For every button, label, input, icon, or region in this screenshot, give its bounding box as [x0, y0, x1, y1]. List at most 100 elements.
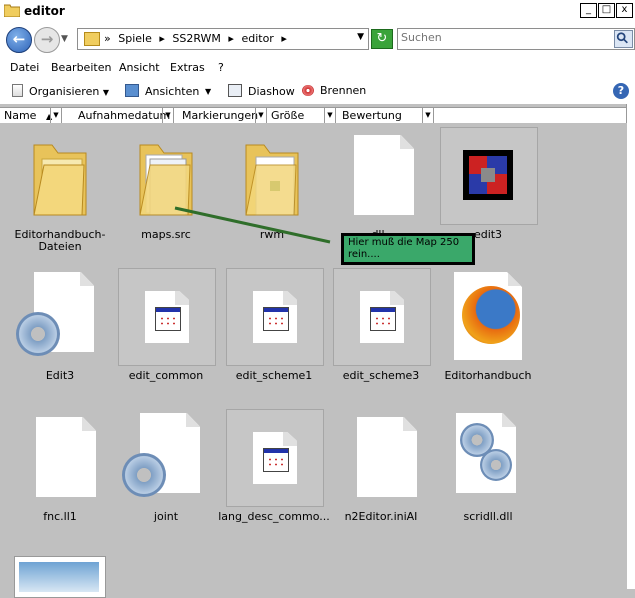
- vertical-scrollbar[interactable]: [626, 104, 635, 589]
- breadcrumb-item[interactable]: Spiele: [118, 32, 152, 45]
- close-button[interactable]: x: [616, 3, 633, 18]
- breadcrumb-separator[interactable]: »: [104, 32, 111, 45]
- column-size[interactable]: Größe ▼: [267, 108, 336, 123]
- file-name: scridll.dll: [463, 510, 513, 523]
- column-rating[interactable]: Bewertung ▼: [338, 108, 434, 123]
- breadcrumb-item[interactable]: SS2RWM: [172, 32, 221, 45]
- chevron-down-icon[interactable]: ▼: [324, 108, 335, 123]
- file-item[interactable]: edit_common: [118, 268, 216, 400]
- config-file-icon: [118, 409, 214, 505]
- file-item[interactable]: Edit3: [12, 268, 108, 400]
- file-name: maps.src: [141, 228, 191, 241]
- blank-file-icon: [330, 127, 426, 223]
- file-item[interactable]: edit_scheme3: [333, 268, 431, 400]
- column-date-label: Aufnahmedatum: [78, 109, 171, 122]
- address-field[interactable]: » Spiele ▸ SS2RWM ▸ editor ▸ ▼: [77, 28, 369, 50]
- file-item[interactable]: n2Editor.iniAI: [333, 409, 429, 541]
- column-tags[interactable]: Markierungen ▼: [178, 108, 267, 123]
- breadcrumb-separator[interactable]: ▸: [281, 32, 287, 45]
- annotation-text: Hier muß die Map 250 rein....: [348, 237, 460, 260]
- search-box: [397, 28, 635, 50]
- chevron-down-icon[interactable]: ▼: [357, 32, 364, 42]
- file-name: edit_scheme1: [235, 369, 313, 382]
- window-file-icon: [118, 268, 216, 366]
- file-item[interactable]: fnc.ll1: [12, 409, 108, 541]
- column-date[interactable]: Aufnahmedatum ▼: [74, 108, 174, 123]
- menu-extras[interactable]: Extras: [170, 61, 205, 74]
- recent-pages-dropdown[interactable]: ▼: [61, 34, 68, 44]
- burn-label: Brennen: [320, 84, 367, 97]
- config-file-icon: [12, 268, 108, 364]
- organize-icon: [12, 84, 23, 97]
- annotation-callout: Hier muß die Map 250 rein....: [341, 233, 475, 265]
- file-name: n2Editor.iniAI: [344, 510, 418, 523]
- file-item[interactable]: maps.src: [118, 127, 214, 259]
- chevron-down-icon: ▼: [102, 88, 109, 97]
- file-item[interactable]: scridll.dll: [440, 409, 536, 541]
- menu-datei[interactable]: Datei: [10, 61, 39, 74]
- menu-bearbeiten[interactable]: Bearbeiten: [51, 61, 111, 74]
- chevron-down-icon: ▼: [205, 87, 212, 96]
- folder-icon: [12, 127, 108, 223]
- blank-file-icon: [12, 409, 108, 505]
- burn-button[interactable]: Brennen: [302, 84, 366, 97]
- file-name: lang_desc_commo...: [218, 510, 330, 523]
- file-view: Editorhandbuch-Dateien maps.src rwm dll …: [0, 123, 627, 589]
- window-file-icon: [333, 268, 431, 366]
- app-icon: [440, 127, 538, 225]
- slideshow-button[interactable]: Diashow: [228, 84, 295, 98]
- window-file-icon: [226, 409, 324, 507]
- maximize-button[interactable]: □: [598, 3, 615, 18]
- dll-file-icon: [440, 409, 536, 505]
- slideshow-label: Diashow: [248, 85, 295, 98]
- views-button[interactable]: Ansichten: [125, 84, 199, 98]
- breadcrumb-separator[interactable]: ▸: [228, 32, 234, 45]
- organize-button[interactable]: Organisieren ▼: [12, 84, 109, 98]
- file-name: Edit3: [45, 369, 75, 382]
- file-item[interactable]: rwm: [224, 127, 320, 259]
- file-name: rwm: [259, 228, 285, 241]
- file-item[interactable]: lang_desc_commo...: [218, 409, 330, 541]
- column-rating-label: Bewertung: [342, 109, 402, 122]
- chevron-down-icon[interactable]: ▼: [422, 108, 433, 123]
- back-button[interactable]: ←: [6, 27, 32, 53]
- refresh-button[interactable]: ↻: [371, 29, 393, 49]
- breadcrumb-item[interactable]: editor: [241, 32, 273, 45]
- file-item[interactable]: Editorhandbuch-Dateien: [12, 127, 108, 259]
- folder-icon: [224, 127, 320, 223]
- file-name: joint: [153, 510, 179, 523]
- chevron-down-icon[interactable]: ▼: [50, 108, 61, 123]
- address-toolbar: ← → ▼ » Spiele ▸ SS2RWM ▸ editor ▸ ▼ ↻: [0, 22, 635, 56]
- image-thumbnail[interactable]: [14, 556, 106, 598]
- search-icon[interactable]: [614, 30, 633, 48]
- breadcrumb-separator[interactable]: ▸: [159, 32, 165, 45]
- breadcrumb: » Spiele ▸ SS2RWM ▸ editor ▸: [104, 32, 291, 45]
- menu-ansicht[interactable]: Ansicht: [119, 61, 160, 74]
- forward-button[interactable]: →: [34, 27, 60, 53]
- column-header: Name ▲ ▼ Aufnahmedatum ▼ Markierungen ▼ Grö…: [0, 107, 628, 124]
- menu-help[interactable]: ?: [218, 61, 224, 74]
- minimize-button[interactable]: _: [580, 3, 597, 18]
- column-tags-label: Markierungen: [182, 109, 259, 122]
- file-item[interactable]: edit_scheme1: [226, 268, 324, 400]
- menu-bar: Datei Bearbeiten Ansicht Extras ?: [0, 56, 635, 80]
- organize-label: Organisieren: [29, 85, 100, 98]
- column-name[interactable]: Name ▲ ▼: [0, 108, 62, 123]
- blank-file-icon: [333, 409, 429, 505]
- window-title: editor: [24, 4, 65, 18]
- help-icon[interactable]: ?: [613, 83, 629, 99]
- burn-disc-icon: [302, 85, 314, 96]
- column-name-label: Name: [4, 109, 37, 122]
- search-input[interactable]: [401, 31, 601, 44]
- file-name: Editorhandbuch: [444, 369, 532, 382]
- file-item[interactable]: Editorhandbuch: [440, 268, 536, 400]
- folder-icon: [118, 127, 214, 223]
- file-name: fnc.ll1: [43, 510, 77, 523]
- column-size-label: Größe: [271, 109, 305, 122]
- views-dropdown[interactable]: ▼: [205, 84, 211, 97]
- chevron-down-icon[interactable]: ▼: [162, 108, 173, 123]
- file-name: Editorhandbuch-Dateien: [14, 228, 106, 253]
- chevron-down-icon[interactable]: ▼: [255, 108, 266, 123]
- file-item[interactable]: joint: [118, 409, 214, 541]
- file-name: edit_common: [128, 369, 204, 382]
